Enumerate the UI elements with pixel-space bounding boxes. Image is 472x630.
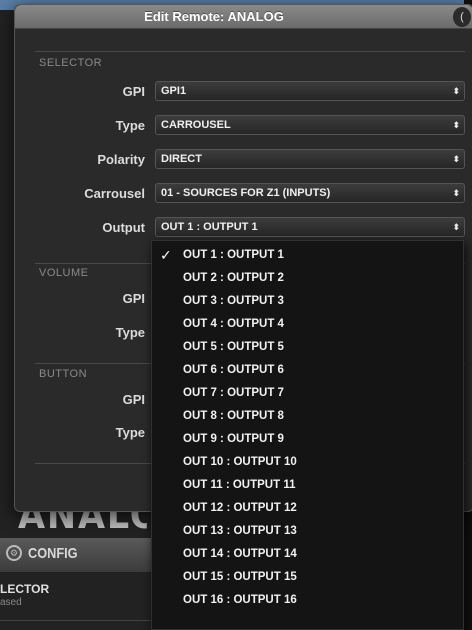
option-label: OUT 11 : OUTPUT 11 <box>183 479 296 491</box>
button-group-title: BUTTON <box>39 368 88 380</box>
config-bar[interactable] <box>0 538 160 572</box>
option-label: OUT 10 : OUTPUT 10 <box>183 456 297 468</box>
divider <box>0 620 160 621</box>
selector-group-divider <box>35 51 465 52</box>
selector-gpi-select[interactable]: GPI1 ⬍ <box>155 81 465 101</box>
option-label: OUT 3 : OUTPUT 3 <box>183 295 284 307</box>
dropdown-option[interactable]: OUT 14 : OUTPUT 14 <box>152 543 463 566</box>
option-label: OUT 2 : OUTPUT 2 <box>183 272 284 284</box>
selector-group-title: SELECTOR <box>39 57 103 69</box>
volume-type-label: Type <box>115 325 145 340</box>
option-label: OUT 8 : OUTPUT 8 <box>183 410 284 422</box>
background-selector-label: LECTOR <box>0 582 50 596</box>
dropdown-option[interactable]: OUT 10 : OUTPUT 10 <box>152 451 463 474</box>
selector-carrousel-label: Carrousel <box>84 186 145 201</box>
selector-type-label: Type <box>115 118 145 133</box>
dropdown-option[interactable]: ✓ OUT 1 : OUTPUT 1 <box>152 244 463 267</box>
select-arrows-icon: ⬍ <box>452 188 460 198</box>
select-arrows-icon: ⬍ <box>452 154 460 164</box>
dropdown-option[interactable]: OUT 8 : OUTPUT 8 <box>152 405 463 428</box>
config-label[interactable]: CONFIG <box>28 545 78 562</box>
dropdown-option[interactable]: OUT 12 : OUTPUT 12 <box>152 497 463 520</box>
output-dropdown-menu: ✓ OUT 1 : OUTPUT 1 OUT 2 : OUTPUT 2 OUT … <box>151 240 464 630</box>
dropdown-option[interactable]: OUT 9 : OUTPUT 9 <box>152 428 463 451</box>
selector-output-value: OUT 1 : OUTPUT 1 <box>161 221 258 233</box>
selector-gpi-value: GPI1 <box>161 85 187 97</box>
select-arrows-icon: ⬍ <box>452 120 460 130</box>
selector-gpi-label: GPI <box>122 84 145 99</box>
dropdown-option[interactable]: OUT 15 : OUTPUT 15 <box>152 566 463 589</box>
option-label: OUT 12 : OUTPUT 12 <box>183 502 297 514</box>
option-label: OUT 13 : OUTPUT 13 <box>183 525 297 537</box>
dropdown-option[interactable]: OUT 2 : OUTPUT 2 <box>152 267 463 290</box>
option-label: OUT 16 : OUTPUT 16 <box>183 594 297 606</box>
selector-carrousel-select[interactable]: 01 - SOURCES FOR Z1 (INPUTS) ⬍ <box>155 183 465 203</box>
selector-polarity-select[interactable]: DIRECT ⬍ <box>155 149 465 169</box>
background-selector-sub: ased <box>0 597 22 608</box>
gear-icon: ⚙ <box>6 545 22 561</box>
option-label: OUT 14 : OUTPUT 14 <box>183 548 297 560</box>
option-label: OUT 1 : OUTPUT 1 <box>183 249 284 261</box>
dropdown-option[interactable]: OUT 4 : OUTPUT 4 <box>152 313 463 336</box>
selector-output-label: Output <box>102 220 145 235</box>
selector-output-select[interactable]: OUT 1 : OUTPUT 1 ⬍ <box>155 217 465 237</box>
dropdown-option[interactable]: OUT 3 : OUTPUT 3 <box>152 290 463 313</box>
dialog-titlebar[interactable]: Edit Remote: ANALOG ( <box>15 5 472 29</box>
dropdown-option[interactable]: OUT 13 : OUTPUT 13 <box>152 520 463 543</box>
select-arrows-icon: ⬍ <box>452 222 460 232</box>
checkmark-icon: ✓ <box>160 247 172 263</box>
volume-gpi-label: GPI <box>122 291 145 306</box>
selector-type-value: CARROUSEL <box>161 119 231 131</box>
selector-type-select[interactable]: CARROUSEL ⬍ <box>155 115 465 135</box>
dropdown-option[interactable]: OUT 11 : OUTPUT 11 <box>152 474 463 497</box>
button-type-label: Type <box>115 425 145 440</box>
dialog-title: Edit Remote: ANALOG <box>144 9 284 24</box>
dropdown-option[interactable]: OUT 5 : OUTPUT 5 <box>152 336 463 359</box>
titlebar-corner-button[interactable]: ( <box>453 7 471 27</box>
option-label: OUT 4 : OUTPUT 4 <box>183 318 284 330</box>
dropdown-option[interactable]: OUT 7 : OUTPUT 7 <box>152 382 463 405</box>
dropdown-option[interactable]: OUT 16 : OUTPUT 16 <box>152 589 463 612</box>
option-label: OUT 15 : OUTPUT 15 <box>183 571 297 583</box>
selector-polarity-label: Polarity <box>97 152 145 167</box>
option-label: OUT 9 : OUTPUT 9 <box>183 433 284 445</box>
select-arrows-icon: ⬍ <box>452 86 460 96</box>
dropdown-option[interactable]: OUT 6 : OUTPUT 6 <box>152 359 463 382</box>
option-label: OUT 7 : OUTPUT 7 <box>183 387 284 399</box>
selector-polarity-value: DIRECT <box>161 153 202 165</box>
option-label: OUT 5 : OUTPUT 5 <box>183 341 284 353</box>
button-gpi-label: GPI <box>122 392 145 407</box>
selector-carrousel-value: 01 - SOURCES FOR Z1 (INPUTS) <box>161 187 331 199</box>
option-label: OUT 6 : OUTPUT 6 <box>183 364 284 376</box>
volume-group-title: VOLUME <box>39 267 89 279</box>
